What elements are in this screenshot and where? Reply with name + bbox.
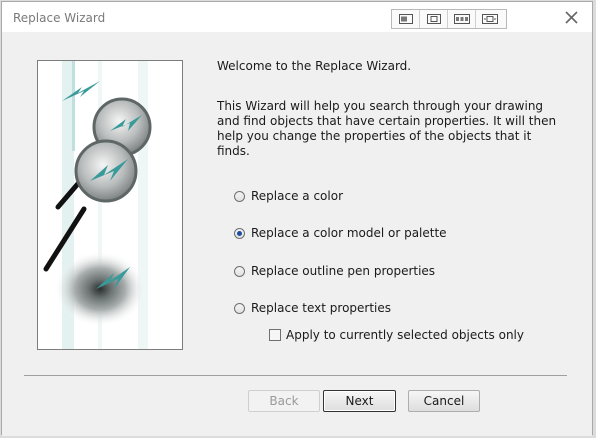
back-button[interactable]: Back — [248, 390, 320, 412]
option-label: Replace outline pen properties — [251, 264, 436, 278]
close-button[interactable] — [562, 8, 580, 26]
radio-replace-color[interactable] — [234, 190, 245, 202]
option-label: Replace a color — [251, 189, 343, 203]
welcome-text: Welcome to the Replace Wizard. — [217, 59, 412, 73]
view-mode-2-icon[interactable] — [420, 10, 448, 28]
title-toolbar — [391, 9, 507, 29]
option-replace-color[interactable]: Replace a color — [234, 189, 343, 203]
option-replace-outline-pen[interactable]: Replace outline pen properties — [234, 264, 435, 278]
apply-selected-label: Apply to currently selected objects only — [286, 328, 524, 342]
apply-selected-option[interactable]: Apply to currently selected objects only — [269, 328, 524, 342]
radio-replace-outline-pen[interactable] — [234, 265, 245, 277]
replace-wizard-window: Replace Wizard Welcome to the Replace Wi… — [1, 1, 593, 436]
window-title: Replace Wizard — [13, 11, 106, 25]
cancel-button[interactable]: Cancel — [408, 390, 480, 412]
next-button[interactable]: Next — [323, 390, 396, 412]
wizard-illustration — [37, 60, 183, 350]
description-text: This Wizard will help you search through… — [217, 99, 557, 158]
view-mode-1-icon[interactable] — [392, 10, 420, 28]
option-label: Replace a color model or palette — [251, 226, 447, 240]
view-mode-3-icon[interactable] — [448, 10, 476, 28]
radio-replace-color-model[interactable] — [234, 227, 245, 239]
radio-replace-text-properties[interactable] — [234, 302, 245, 314]
close-icon — [564, 10, 578, 24]
view-mode-4-icon[interactable] — [476, 10, 504, 28]
option-replace-color-model[interactable]: Replace a color model or palette — [234, 226, 447, 240]
option-replace-text-properties[interactable]: Replace text properties — [234, 301, 391, 315]
divider — [24, 375, 567, 376]
apply-selected-checkbox[interactable] — [269, 329, 281, 341]
option-label: Replace text properties — [251, 301, 392, 315]
wizard-content: Welcome to the Replace Wizard. This Wiza… — [2, 32, 592, 436]
title-bar: Replace Wizard — [2, 2, 592, 32]
